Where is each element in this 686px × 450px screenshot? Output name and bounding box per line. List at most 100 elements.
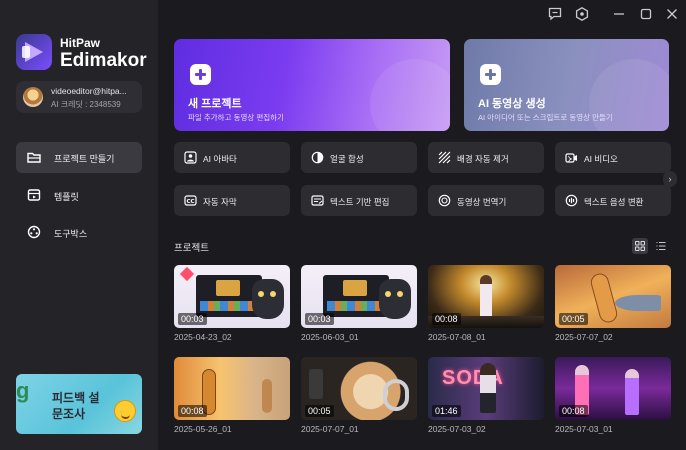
background-remove-icon (438, 151, 451, 164)
ai-credits: AI 크레딧 : 2348539 (51, 100, 121, 109)
tool-face-swap[interactable]: 얼굴 합성 (301, 142, 417, 173)
project-thumbnail: 00:05 (555, 265, 671, 328)
new-project-card[interactable]: 새 프로젝트 파일 추가하고 동영상 편집하기 (174, 39, 450, 131)
project-name: 2025-07-03_02 (428, 424, 486, 434)
sidebar-item-create-project[interactable]: 프로젝트 만들기 (16, 142, 142, 173)
project-name: 2025-04-23_02 (174, 332, 232, 342)
sidebar-item-label: 템플릿 (54, 192, 79, 202)
project-duration: 00:08 (432, 313, 461, 325)
app-logo (16, 34, 52, 70)
tool-text-to-speech[interactable]: 텍스트 음성 변환 (555, 185, 671, 216)
hero-decoration (370, 59, 450, 131)
projects-section-title: 프로젝트 (174, 243, 209, 254)
tool-label: 텍스트 음성 변환 (584, 197, 644, 207)
thumbnail-cat (379, 279, 411, 319)
subtitle-icon: CC (184, 195, 197, 206)
project-thumbnail: 00:08 (174, 357, 290, 420)
project-thumbnail: SODA 01:46 (428, 357, 544, 420)
tool-ai-video[interactable]: AI 비디오 (555, 142, 671, 173)
tool-label: AI 아바타 (203, 154, 237, 164)
ai-video-generation-subtitle: AI 아이디어 또는 스크립트로 동영상 만들기 (478, 113, 613, 122)
thumbnail-can (309, 369, 323, 399)
grid-icon (635, 241, 645, 251)
logo-bar-icon (22, 46, 30, 58)
avatar-icon (184, 151, 197, 164)
account-email: videoeditor@hitpa... (51, 86, 127, 96)
tool-video-translator[interactable]: 동영상 번역기 (428, 185, 544, 216)
plus-icon (190, 64, 211, 85)
new-project-subtitle: 파일 추가하고 동영상 편집하기 (188, 113, 284, 122)
new-project-title: 새 프로젝트 (188, 98, 242, 110)
account-card[interactable]: videoeditor@hitpa... AI 크레딧 : 2348539 (16, 81, 142, 113)
smile-emoji-icon (114, 400, 136, 422)
project-duration: 00:03 (305, 313, 334, 325)
ai-video-generation-title: AI 동영상 생성 (478, 98, 546, 110)
text-to-speech-icon (565, 194, 578, 207)
feedback-badge: g (16, 378, 30, 403)
ai-video-icon (565, 153, 577, 163)
project-name: 2025-07-07_01 (301, 424, 359, 434)
minimize-icon[interactable] (611, 6, 627, 22)
tool-label: 텍스트 기반 편집 (330, 197, 390, 207)
template-icon (27, 189, 41, 201)
close-icon[interactable] (664, 6, 680, 22)
feedback-text-line2: 문조사 (52, 407, 86, 421)
sidebar-item-label: 도구박스 (54, 229, 88, 239)
face-swap-icon (311, 151, 324, 164)
thumbnail-singer (480, 275, 492, 321)
folder-icon (27, 152, 41, 163)
sidebar: HitPaw Edimakor videoeditor@hitpa... AI … (0, 0, 158, 450)
thumbnail-dancer (625, 369, 639, 415)
sidebar-item-label: 프로젝트 만들기 (54, 154, 115, 164)
tool-label: 동영상 번역기 (457, 197, 507, 207)
thumbnail-sausage-shadow (262, 379, 272, 413)
feedback-survey-banner[interactable]: g 피드백 설 문조사 (16, 374, 142, 434)
thumbnail-sausage (588, 271, 620, 325)
grid-view-button[interactable] (632, 238, 648, 254)
maximize-icon[interactable] (638, 6, 654, 22)
plus-icon (480, 64, 501, 85)
project-duration: 00:03 (178, 313, 207, 325)
project-duration: 01:46 (432, 405, 461, 417)
settings-icon[interactable] (574, 6, 590, 22)
sidebar-item-toolbox[interactable]: 도구박스 (16, 217, 142, 248)
brand-name-line1: HitPaw (60, 36, 101, 50)
project-thumbnail: 00:03 (301, 265, 417, 328)
translate-icon (438, 194, 451, 207)
tool-label: 얼굴 합성 (330, 154, 364, 164)
project-thumbnail: 00:08 (555, 357, 671, 420)
project-name: 2025-07-08_01 (428, 332, 486, 342)
tool-text-based-edit[interactable]: 텍스트 기반 편집 (301, 185, 417, 216)
list-icon (656, 241, 666, 251)
tool-ai-avatar[interactable]: AI 아바타 (174, 142, 290, 173)
project-name: 2025-05-26_01 (174, 424, 232, 434)
ai-video-generation-card[interactable]: AI 동영상 생성 AI 아이디어 또는 스크립트로 동영상 만들기 (464, 39, 669, 131)
text-edit-icon (311, 195, 324, 206)
project-duration: 00:08 (559, 405, 588, 417)
project-thumbnail: 00:03 (174, 265, 290, 328)
project-duration: 00:05 (559, 313, 588, 325)
tool-label: AI 비디오 (584, 154, 618, 164)
thumbnail-person (480, 363, 496, 413)
project-thumbnail: 00:05 (301, 357, 417, 420)
feedback-text-line1: 피드백 설 (52, 391, 100, 405)
brand-name-line2: Edimakor (60, 50, 147, 71)
project-name: 2025-07-03_01 (555, 424, 613, 434)
svg-text:CC: CC (186, 199, 194, 205)
thumbnail-fish (615, 295, 661, 311)
feedback-message-icon[interactable] (547, 6, 563, 22)
project-name: 2025-07-07_02 (555, 332, 613, 342)
thumbnail-cat (252, 279, 284, 319)
project-thumbnail: 00:08 (428, 265, 544, 328)
toolbox-icon (27, 225, 41, 239)
tool-auto-subtitle[interactable]: CC 자동 자막 (174, 185, 290, 216)
project-name: 2025-06-03_01 (301, 332, 359, 342)
tool-background-remove[interactable]: 배경 자동 제거 (428, 142, 544, 173)
project-duration: 00:05 (305, 405, 334, 417)
sidebar-item-templates[interactable]: 템플릿 (16, 180, 142, 211)
avatar (23, 87, 43, 107)
thumbnail-headphones (383, 379, 409, 411)
heart-icon (179, 266, 195, 282)
list-view-button[interactable] (653, 238, 669, 254)
project-duration: 00:08 (178, 405, 207, 417)
